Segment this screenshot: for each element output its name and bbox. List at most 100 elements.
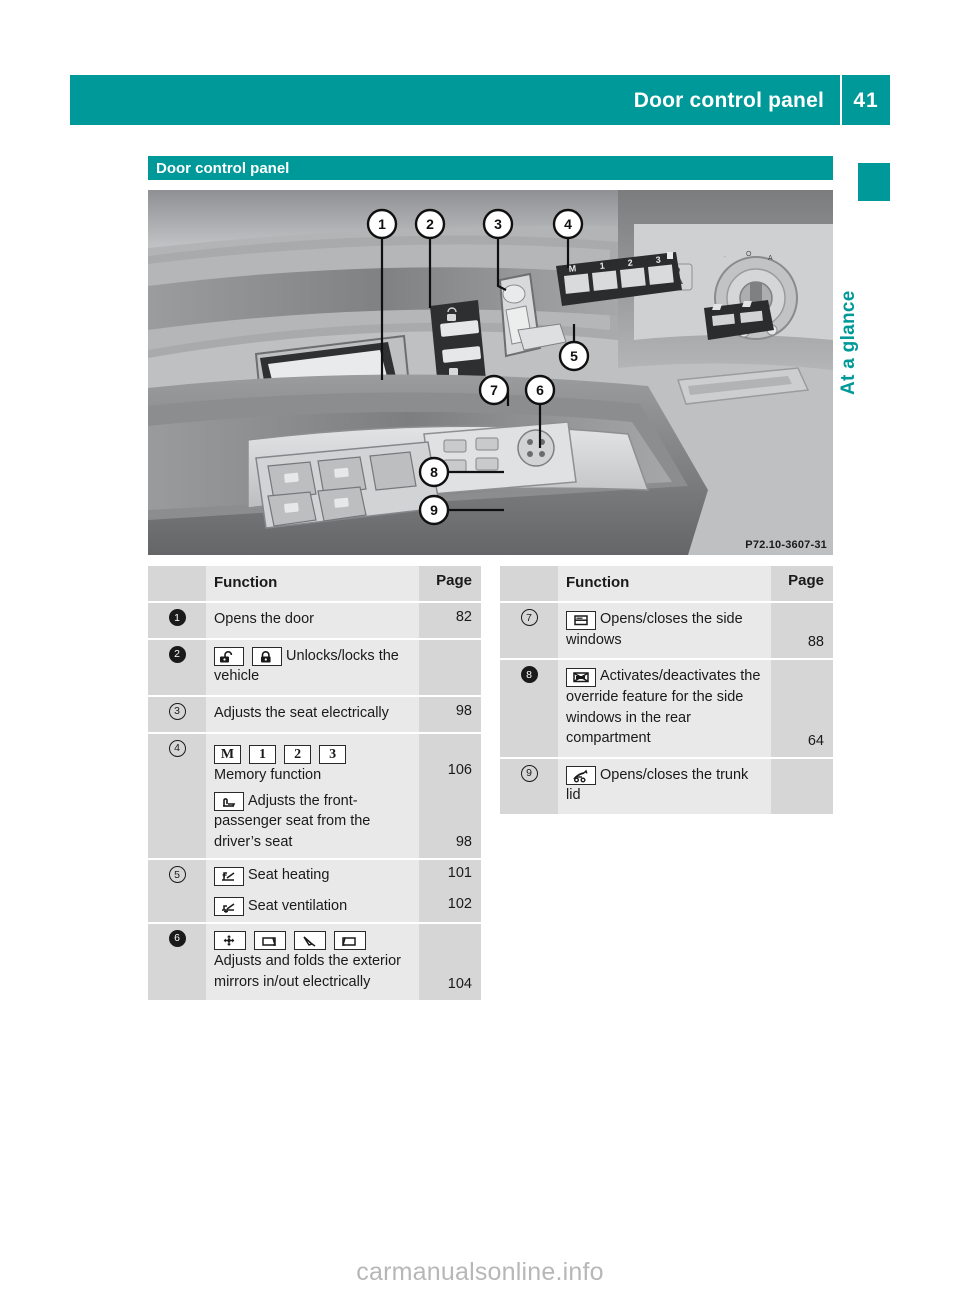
memory-1-icon: 1 bbox=[249, 745, 277, 765]
row-function: Seat ventilation bbox=[206, 890, 419, 922]
page-value: 88 bbox=[807, 634, 824, 651]
mirror-fold-icon bbox=[294, 931, 327, 951]
row-page: 101 bbox=[419, 860, 481, 891]
row-function: Opens/closes the trunk lid bbox=[558, 758, 771, 814]
row-function: M 1 2 3 Memory function Adjusts the fron… bbox=[206, 733, 419, 859]
row-function: Opens/closes the side windows bbox=[558, 603, 771, 659]
svg-text:8: 8 bbox=[430, 464, 438, 480]
row-function: Adjusts the seat electrically bbox=[206, 697, 419, 732]
svg-text:1: 1 bbox=[378, 216, 386, 232]
callout-number: 6 bbox=[168, 929, 186, 947]
function-table-left: Function Page 1 Opens the door 82 2 Unlo… bbox=[148, 566, 481, 1001]
function-text: Adjusts and folds the exterior mirrors i… bbox=[214, 953, 401, 990]
callout-number: 7 bbox=[520, 609, 538, 627]
trunk-lid-icon bbox=[566, 766, 596, 786]
function-table-right: Function Page 7 Opens/closes the side wi… bbox=[500, 566, 833, 814]
function-text: Seat ventilation bbox=[248, 897, 348, 914]
row-function: Activates/deactivates the override featu… bbox=[558, 660, 771, 757]
seat-heating-icon bbox=[214, 866, 244, 886]
site-watermark: carmanualsonline.info bbox=[356, 1258, 604, 1286]
callout-number: 1 bbox=[168, 609, 186, 627]
callout-number: 8 bbox=[520, 666, 538, 684]
header-page: Page bbox=[771, 566, 833, 602]
svg-text:A: A bbox=[768, 255, 773, 262]
svg-text:M: M bbox=[568, 263, 577, 274]
header-spacer bbox=[148, 566, 206, 602]
callout-number: 2 bbox=[168, 645, 186, 663]
svg-text:1: 1 bbox=[599, 261, 605, 271]
seat-ventilation-icon bbox=[214, 897, 244, 917]
page-header-band: Door control panel 41 bbox=[70, 75, 890, 125]
header-function: Function bbox=[206, 566, 419, 602]
row-page bbox=[771, 758, 833, 814]
function-text: Adjusts the seat electrically bbox=[214, 705, 389, 722]
page-value-secondary: 98 bbox=[455, 834, 472, 851]
side-tab-label: At a glance bbox=[838, 290, 859, 395]
door-panel-figure: ˙ O A M 1 2 3 1 2 3 4 5 6 7 8 9 P72.10-3… bbox=[148, 190, 833, 555]
row-page: 82 bbox=[419, 603, 481, 638]
page-number: 41 bbox=[853, 88, 879, 112]
table-row: 6 Adjusts and folds the exterior mirrors… bbox=[148, 923, 481, 1001]
row-callout: 5 bbox=[148, 860, 206, 922]
svg-text:3: 3 bbox=[494, 216, 502, 232]
svg-text:7: 7 bbox=[490, 382, 498, 398]
page-title: Door control panel bbox=[633, 88, 824, 112]
mirror-icon-group bbox=[214, 930, 411, 951]
memory-m-icon: M bbox=[214, 745, 241, 765]
table-row: 3 Adjusts the seat electrically 98 bbox=[148, 697, 481, 734]
page-value-primary: 106 bbox=[447, 761, 472, 778]
mirror-adjust-icon bbox=[214, 931, 246, 951]
unlock-icon bbox=[214, 647, 244, 667]
rear-window-override-icon bbox=[566, 667, 596, 687]
row-function: Unlocks/locks the vehicle bbox=[206, 639, 419, 696]
svg-text:9: 9 bbox=[430, 502, 438, 518]
function-text: Seat heating bbox=[248, 867, 330, 884]
header-spacer bbox=[500, 566, 558, 602]
mirror-left-icon bbox=[254, 931, 287, 951]
table-row: 1 Opens the door 82 bbox=[148, 603, 481, 640]
function-text: Memory function bbox=[214, 767, 322, 784]
memory-2-icon: 2 bbox=[284, 745, 312, 765]
svg-text:5: 5 bbox=[570, 348, 578, 364]
row-callout: 7 bbox=[500, 603, 558, 659]
function-text: Opens the door bbox=[214, 611, 314, 628]
row-page: 64 bbox=[771, 660, 833, 757]
side-window-icon bbox=[566, 610, 596, 630]
table-row: 8 Activates/deactivates the override fea… bbox=[500, 660, 833, 759]
svg-text:3: 3 bbox=[655, 255, 661, 265]
header-function: Function bbox=[558, 566, 771, 602]
row-callout: 6 bbox=[148, 923, 206, 1001]
passenger-seat-icon bbox=[214, 792, 244, 812]
row-page: 98 bbox=[419, 697, 481, 732]
side-tab-marker bbox=[858, 163, 890, 201]
svg-text:2: 2 bbox=[426, 216, 434, 232]
row-callout: 1 bbox=[148, 603, 206, 638]
table-row: 7 Opens/closes the side windows 88 bbox=[500, 603, 833, 661]
subrow-seat-ventilation: Seat ventilation 102 bbox=[206, 890, 481, 922]
callout-number: 4 bbox=[168, 739, 186, 757]
row-callout: 4 bbox=[148, 733, 206, 859]
row-function: Seat heating bbox=[206, 860, 419, 891]
svg-text:O: O bbox=[746, 251, 752, 258]
row-page: 106 98 bbox=[419, 733, 481, 859]
table-header-row: Function Page bbox=[500, 566, 833, 604]
table-header-row: Function Page bbox=[148, 566, 481, 604]
row-callout: 3 bbox=[148, 697, 206, 732]
table-row: 9 Opens/closes the trunk lid bbox=[500, 758, 833, 814]
memory-3-icon: 3 bbox=[319, 745, 347, 765]
table-row: 2 Unlocks/locks the vehicle bbox=[148, 639, 481, 698]
svg-text:4: 4 bbox=[564, 216, 572, 232]
callout-number: 5 bbox=[168, 866, 186, 884]
page-value: 104 bbox=[447, 976, 472, 993]
svg-text:6: 6 bbox=[536, 382, 544, 398]
door-panel-illustration: ˙ O A M 1 2 3 1 2 3 4 5 6 7 8 9 bbox=[148, 190, 833, 555]
row-callout: 2 bbox=[148, 639, 206, 696]
mirror-switch-graphic bbox=[423, 421, 577, 495]
table-row: 5 Seat heating 101 Seat ventilation 102 bbox=[148, 860, 481, 924]
svg-text:˙: ˙ bbox=[724, 256, 726, 264]
callout-number: 3 bbox=[168, 703, 186, 721]
figure-caption: P72.10-3607-31 bbox=[745, 539, 827, 551]
row-page: 88 bbox=[771, 603, 833, 659]
function-text-secondary: Adjusts the front-passenger seat from th… bbox=[214, 791, 411, 853]
section-title: Door control panel bbox=[156, 159, 290, 177]
